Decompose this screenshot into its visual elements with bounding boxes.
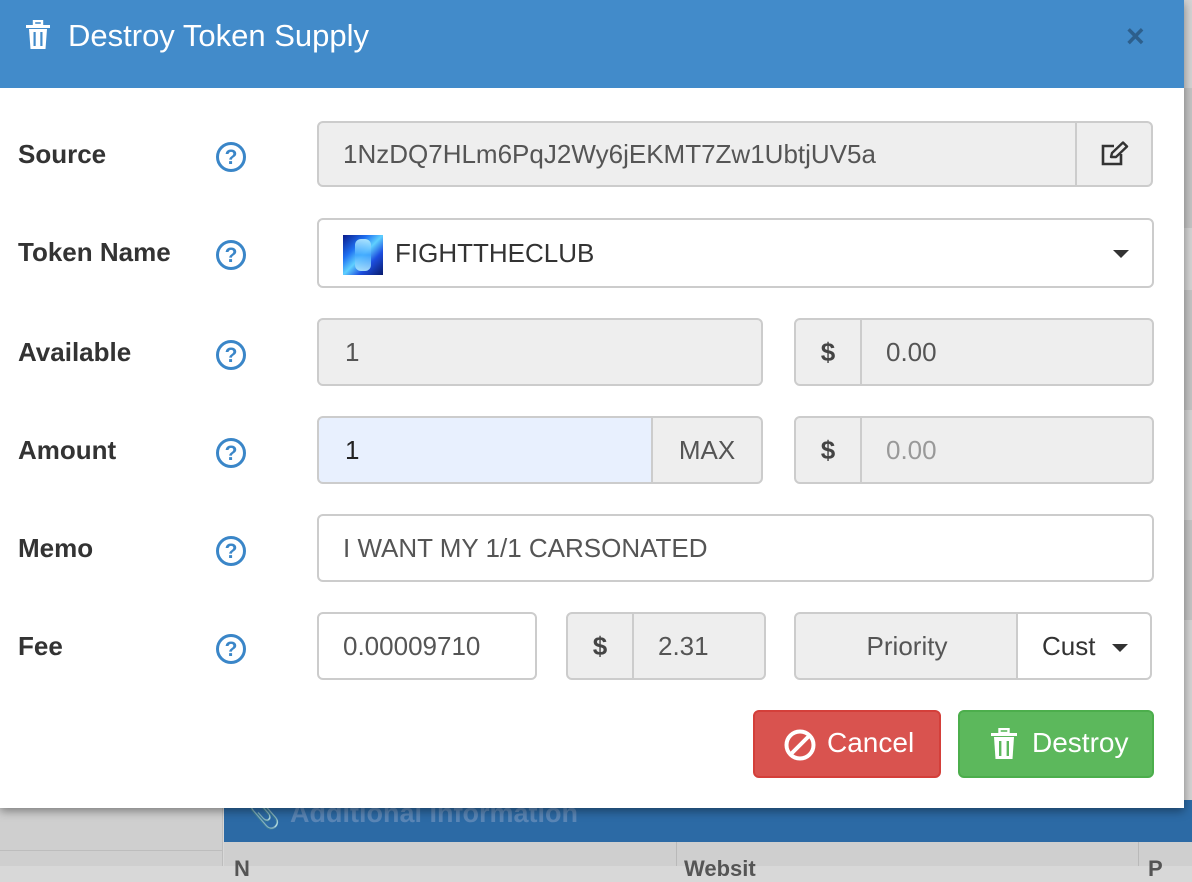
currency-addon: $ [794,318,862,386]
priority-select[interactable]: Cust [1016,612,1152,680]
source-label: Source [18,139,107,169]
token-name-label: Token Name [18,237,171,267]
token-image [343,235,383,275]
trash-icon [26,20,50,49]
edit-icon [1101,141,1129,166]
priority-select-value: Cust [1042,631,1096,661]
token-name-select[interactable]: FIGHTTHECLUB [317,218,1154,288]
background-column: Websit [684,856,756,881]
background-block [1184,88,1192,228]
background-table-header: N Websit P [224,842,1192,881]
background-column: N [234,856,250,881]
chevron-down-icon [1112,644,1128,652]
fee-label: Fee [18,631,63,661]
memo-input[interactable]: I WANT MY 1/1 CARSONATED [317,514,1154,582]
fee-usd-field: 2.31 [632,612,766,680]
trash-icon [991,728,1017,759]
close-button[interactable]: × [1126,16,1145,56]
help-icon[interactable]: ? [216,142,246,172]
chevron-down-icon [1113,250,1129,258]
destroy-token-modal: Destroy Token Supply × Source ? 1NzDQ7HL… [0,0,1184,808]
max-button[interactable]: MAX [651,416,763,484]
amount-usd-field: 0.00 [860,416,1154,484]
fee-input[interactable]: 0.00009710 [317,612,537,680]
memo-label: Memo [18,533,94,563]
priority-label: Priority [794,612,1020,680]
token-name-value: FIGHTTHECLUB [395,238,595,268]
background-sidebar [0,800,223,866]
amount-input[interactable]: 1 [317,416,655,484]
background-right-strip [1184,0,1192,866]
destroy-button[interactable]: Destroy [958,710,1154,778]
help-icon[interactable]: ? [216,438,246,468]
cancel-button[interactable]: Cancel [753,710,941,778]
currency-addon: $ [794,416,862,484]
background-block [1184,520,1192,620]
available-label: Available [18,337,132,367]
help-icon[interactable]: ? [216,340,246,370]
source-address-field[interactable]: 1NzDQ7HLm6PqJ2Wy6jEKMT7Zw1UbtjUV5a [317,121,1077,187]
background-block [1184,290,1192,410]
cancel-button-label: Cancel [827,727,915,758]
background-column: P [1148,856,1163,881]
destroy-button-label: Destroy [1032,727,1129,758]
modal-header: Destroy Token Supply × [0,0,1184,88]
edit-source-button[interactable] [1075,121,1153,187]
amount-label: Amount [18,435,117,465]
help-icon[interactable]: ? [216,634,246,664]
help-icon[interactable]: ? [216,536,246,566]
available-field: 1 [317,318,763,386]
available-usd-field: 0.00 [860,318,1154,386]
ban-icon [784,729,816,761]
currency-addon: $ [566,612,634,680]
modal-title: Destroy Token Supply [68,18,369,53]
help-icon[interactable]: ? [216,240,246,270]
